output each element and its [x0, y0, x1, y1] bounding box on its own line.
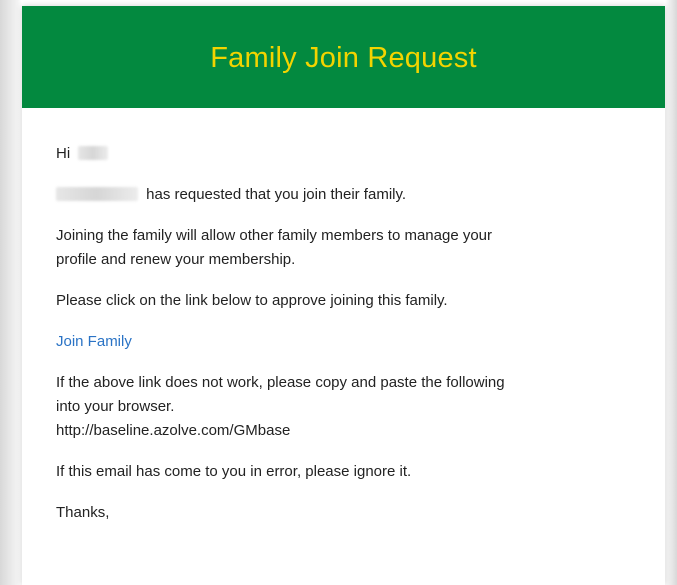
- benefit-line-1: Joining the family will allow other fami…: [56, 227, 493, 244]
- greeting-line: Hi: [56, 142, 665, 166]
- email-header: Family Join Request: [22, 6, 665, 108]
- fallback-url: http://baseline.azolve.com/GMbase: [56, 422, 291, 439]
- fallback-paragraph: If the above link does not work, please …: [56, 371, 665, 443]
- benefit-line-2: profile and renew your membership.: [56, 251, 296, 268]
- error-note: If this email has come to you in error, …: [56, 463, 412, 480]
- background-shadow-right: [665, 0, 677, 585]
- greeting-text: Hi: [56, 145, 71, 162]
- redacted-recipient-name: [78, 146, 109, 160]
- request-line: has requested that you join their family…: [56, 183, 665, 207]
- email-title: Family Join Request: [210, 41, 477, 74]
- fallback-line-1: If the above link does not work, please …: [56, 374, 505, 391]
- fallback-line-2: into your browser.: [56, 398, 175, 415]
- request-text: has requested that you join their family…: [146, 186, 407, 203]
- redacted-requester-name: [56, 187, 138, 201]
- signoff: Thanks,: [56, 504, 110, 521]
- join-link-line: Join Family: [56, 330, 665, 354]
- instruction-line: Please click on the link below to approv…: [56, 292, 448, 309]
- join-family-link[interactable]: Join Family: [56, 333, 132, 350]
- background-shadow-left: [0, 0, 22, 585]
- email-card: Family Join Request Hi has requested tha…: [22, 6, 665, 585]
- email-body: Hi has requested that you join their fam…: [22, 108, 665, 525]
- benefit-paragraph: Joining the family will allow other fami…: [56, 224, 665, 272]
